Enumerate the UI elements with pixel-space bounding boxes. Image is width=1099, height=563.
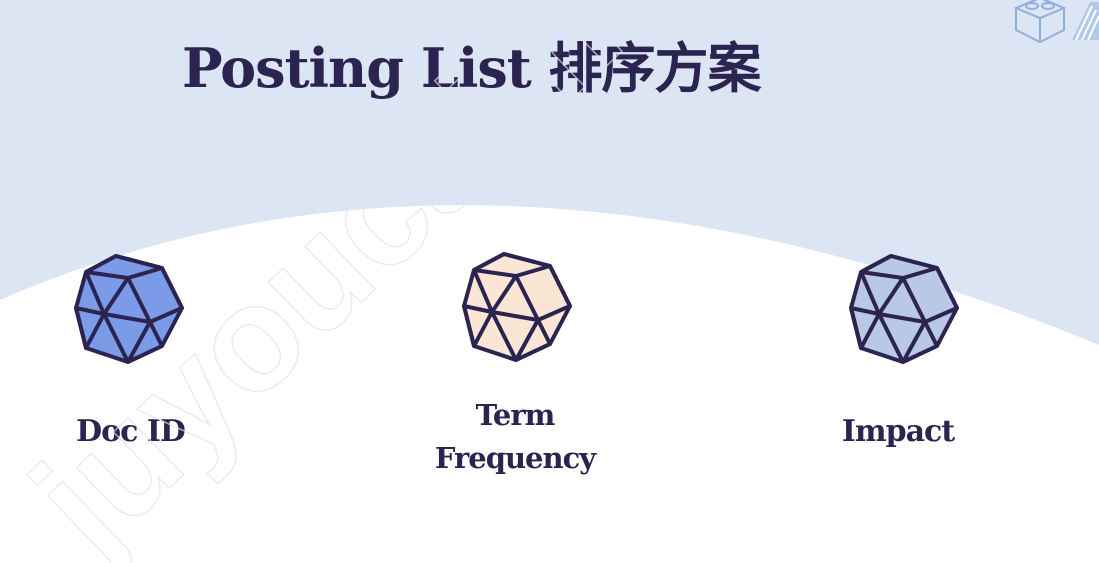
icosahedron-icon-impact [849, 254, 959, 364]
option-label-impact: Impact [828, 414, 968, 449]
logo-icon [1013, 0, 1099, 44]
slide-title: Posting List 排序方案 [182, 36, 761, 100]
option-label-line: Impact [841, 414, 955, 449]
option-label-line: Term [475, 398, 556, 432]
option-label-term-frequency: Term Frequency [410, 394, 620, 480]
option-label-line: Frequency [434, 441, 596, 475]
icosahedron-icon-term-frequency [462, 252, 572, 362]
option-label-line: Doc ID [76, 414, 186, 449]
icosahedron-icon-doc-id [74, 254, 184, 364]
option-label-doc-id: Doc ID [58, 414, 203, 449]
